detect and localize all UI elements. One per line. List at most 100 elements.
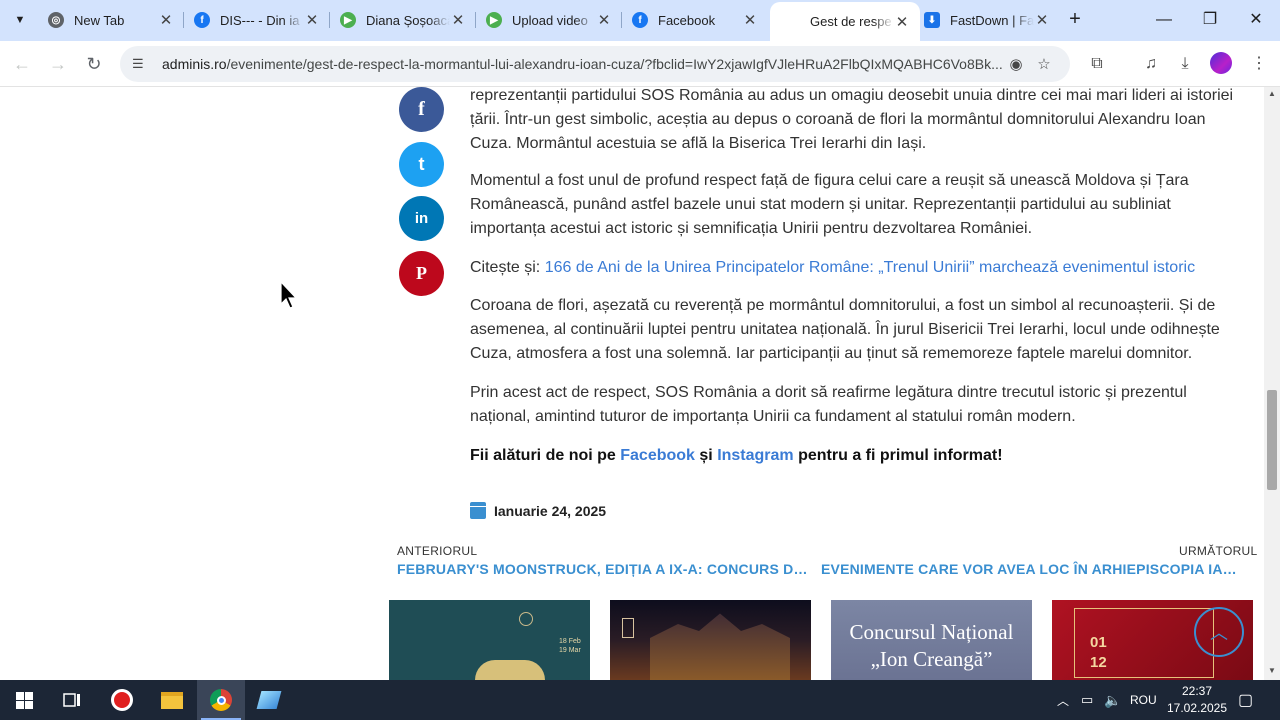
tab-upload-video[interactable]: ▶ Upload video ✕ <box>472 0 622 40</box>
tray-chevron-icon[interactable]: ︿ <box>1057 680 1069 720</box>
page-scrollbar[interactable]: ▲ ▼ <box>1264 87 1280 680</box>
minimize-button[interactable]: — <box>1144 6 1184 34</box>
recorder-app[interactable] <box>98 680 146 720</box>
close-icon[interactable]: ✕ <box>894 13 910 31</box>
share-twitter-button[interactable]: t <box>399 142 444 187</box>
close-window-button[interactable]: ✕ <box>1236 6 1276 34</box>
thumb-dates: 18 Feb 19 Mar <box>559 637 581 655</box>
network-icon[interactable]: ▭ <box>1081 680 1093 720</box>
close-icon[interactable]: ✕ <box>742 11 758 29</box>
tab-rumble-diana[interactable]: ▶ Diana Șoșoacă ✕ <box>326 0 476 40</box>
instagram-link[interactable]: Instagram <box>717 447 793 464</box>
url-text[interactable]: adminis.ro/evenimente/gest-de-respect-la… <box>162 56 1002 72</box>
tab-search-icon[interactable]: ▼ <box>8 8 32 32</box>
clock-time: 22:37 <box>1181 684 1213 698</box>
download-icon[interactable]: ⤓ <box>1172 51 1198 77</box>
address-bar[interactable]: ☰ adminis.ro/evenimente/gest-de-respect-… <box>120 46 1070 82</box>
eye-slash-icon[interactable]: ◉ <box>1002 55 1030 73</box>
pinterest-icon: P <box>416 263 427 283</box>
tab-fastdown[interactable]: ⬇ FastDown | Fa ✕ <box>910 0 1060 40</box>
url-host: adminis.ro <box>162 56 227 72</box>
tab-facebook[interactable]: f Facebook ✕ <box>618 0 768 40</box>
tab-title: Upload video <box>512 12 588 28</box>
related-post-thumbnail[interactable]: Concursul Național „Ion Creangă” <box>831 600 1032 680</box>
prev-post-link[interactable]: FEBRUARY'S MOONSTRUCK, EDIȚIA A IX-A: CO… <box>397 561 813 577</box>
article-paragraph: Momentul a fost unul de profund respect … <box>470 172 1189 237</box>
windows-taskbar: ︿ ▭ 🔈 ROU 22:37 17.02.2025 ▢ <box>0 680 1280 720</box>
close-icon[interactable]: ✕ <box>304 11 320 29</box>
language-indicator[interactable]: ROU <box>1130 680 1157 720</box>
page-viewport: f t in P reprezentanții partidului SOS R… <box>0 87 1264 680</box>
new-tab-button[interactable]: + <box>1063 8 1087 32</box>
notepad-app[interactable] <box>245 680 293 720</box>
follow-text: și <box>699 447 713 464</box>
thumb-title: „Ion Creangă” <box>870 647 993 671</box>
download-icon: ⬇ <box>924 12 940 28</box>
close-icon[interactable]: ✕ <box>158 11 174 29</box>
tab-bar: ▼ ◎ New Tab ✕ f DIS--- - Din ia ✕ ▶ Dian… <box>0 0 1280 41</box>
follow-text: pentru a fi primul informat! <box>798 447 1003 464</box>
site-info-icon[interactable]: ☰ <box>132 56 150 72</box>
linkedin-icon: in <box>414 210 429 227</box>
star-icon[interactable]: ☆ <box>1030 55 1058 73</box>
read-also: Citește și: 166 de Ani de la Unirea Prin… <box>470 256 1240 280</box>
tab-facebook-dis[interactable]: f DIS--- - Din ia ✕ <box>180 0 330 40</box>
thumb-title: Concursul Național <box>849 620 1014 644</box>
scroll-down-icon[interactable]: ▼ <box>1264 666 1280 675</box>
reload-button[interactable]: ↻ <box>80 50 108 78</box>
twitter-icon: t <box>418 154 425 174</box>
thumb-date: 19 Mar <box>559 647 581 654</box>
notifications-icon[interactable]: ▢ <box>1238 680 1253 720</box>
clock[interactable]: 22:37 17.02.2025 <box>1162 683 1232 717</box>
media-control-icon[interactable]: ♫ <box>1138 51 1164 77</box>
close-icon[interactable]: ✕ <box>596 11 612 29</box>
facebook-link[interactable]: Facebook <box>620 447 695 464</box>
share-pinterest-button[interactable]: P <box>399 251 444 296</box>
rumble-icon: ▶ <box>486 12 502 28</box>
more-menu-icon[interactable]: ⋮ <box>1246 51 1272 77</box>
profile-avatar[interactable] <box>1210 52 1232 74</box>
tab-title: DIS--- - Din ia <box>220 12 300 28</box>
back-to-top-button[interactable]: ︿ <box>1194 607 1244 657</box>
article-paragraph: reprezentanții partidului SOS România au… <box>470 87 1234 152</box>
related-post-thumbnail[interactable] <box>610 600 811 680</box>
task-view-button[interactable] <box>48 680 96 720</box>
restore-button[interactable]: ❐ <box>1190 6 1230 34</box>
tab-gest-de-respect[interactable]: Gest de respe ✕ <box>770 2 920 41</box>
extensions-icon[interactable]: ⧉ <box>1084 51 1110 77</box>
tab-title: Diana Șoșoacă <box>366 12 450 28</box>
article-paragraph: Prin acest act de respect, SOS România a… <box>470 384 1187 425</box>
volume-icon[interactable]: 🔈 <box>1104 680 1121 720</box>
facebook-icon: f <box>194 12 210 28</box>
mouse-cursor-icon <box>280 281 298 309</box>
read-also-link[interactable]: 166 de Ani de la Unirea Principatelor Ro… <box>545 259 1195 276</box>
next-post-link[interactable]: EVENIMENTE CARE VOR AVEA LOC ÎN ARHIEPIS… <box>821 561 1237 577</box>
facebook-icon: f <box>418 98 425 120</box>
calendar-icon <box>470 502 486 519</box>
chrome-icon: ◎ <box>48 12 64 28</box>
record-icon <box>111 689 133 711</box>
forward-button[interactable]: → <box>44 50 72 78</box>
clock-date: 17.02.2025 <box>1166 701 1228 715</box>
tab-title: Gest de respe <box>810 14 892 29</box>
url-path: /evenimente/gest-de-respect-la-mormantul… <box>226 56 1002 72</box>
close-icon[interactable]: ✕ <box>1034 11 1050 29</box>
thumb-number: 01 <box>1090 634 1107 651</box>
chrome-icon <box>210 689 232 711</box>
post-date: Ianuarie 24, 2025 <box>470 502 606 519</box>
back-button[interactable]: ← <box>8 50 36 78</box>
share-linkedin-button[interactable]: in <box>399 196 444 241</box>
close-icon[interactable]: ✕ <box>450 11 466 29</box>
tab-new-tab[interactable]: ◎ New Tab ✕ <box>34 0 184 40</box>
chrome-app[interactable] <box>197 680 245 720</box>
file-explorer-app[interactable] <box>148 680 196 720</box>
facebook-icon: f <box>632 12 648 28</box>
start-button[interactable] <box>0 680 48 720</box>
follow-us: Fii alături de noi pe Facebook și Instag… <box>470 444 1240 468</box>
rumble-icon: ▶ <box>340 12 356 28</box>
scrollbar-thumb[interactable] <box>1267 390 1277 490</box>
sculpture-shape <box>475 660 545 680</box>
share-facebook-button[interactable]: f <box>399 87 444 132</box>
related-post-thumbnail[interactable]: 18 Feb 19 Mar <box>389 600 590 680</box>
scroll-up-icon[interactable]: ▲ <box>1264 89 1280 98</box>
